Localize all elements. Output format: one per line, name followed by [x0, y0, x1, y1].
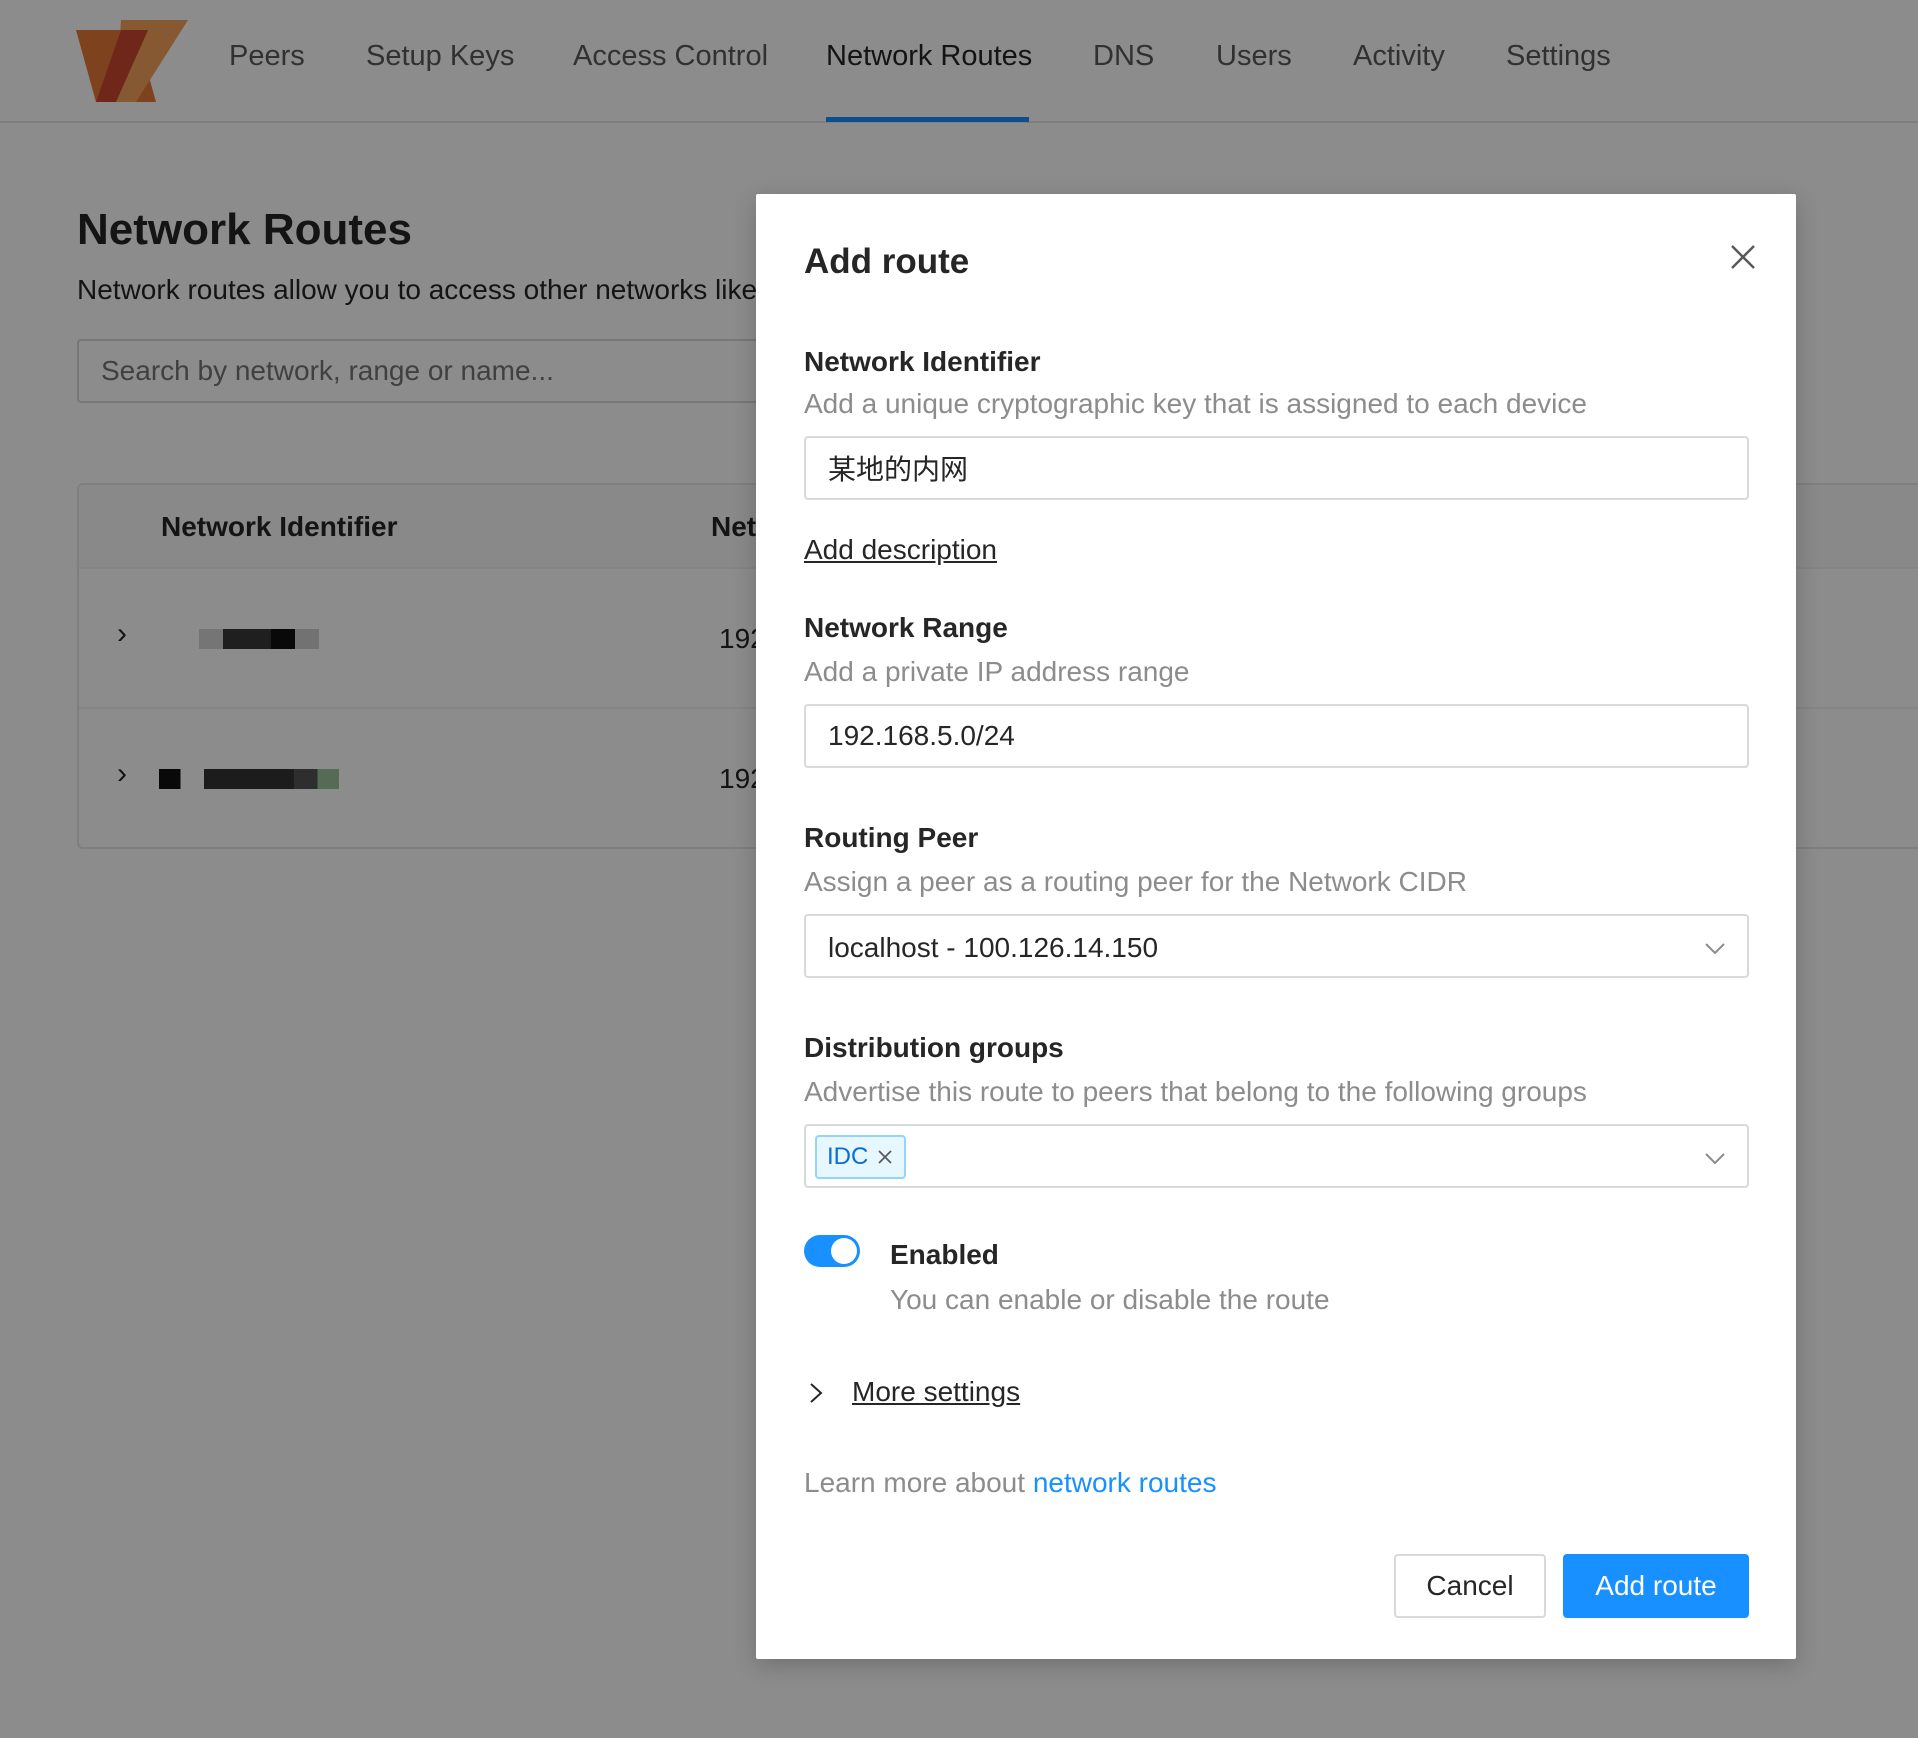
enabled-toggle[interactable]	[804, 1235, 860, 1267]
network-range-input[interactable]	[804, 704, 1749, 768]
network-range-help: Add a private IP address range	[804, 656, 1190, 687]
learn-more-text: Learn more about network routes	[804, 1467, 1216, 1499]
add-route-modal: Add route Network Identifier Add a uniqu…	[756, 194, 1796, 1659]
network-routes-docs-link[interactable]: network routes	[1033, 1467, 1217, 1498]
network-identifier-help: Add a unique cryptographic key that is a…	[804, 388, 1587, 419]
learn-more-prefix: Learn more about	[804, 1467, 1033, 1498]
group-tag: IDC	[815, 1135, 907, 1179]
chevron-down-icon	[1705, 943, 1725, 955]
toggle-knob	[831, 1238, 857, 1264]
distribution-groups-label: Distribution groups	[804, 1032, 1064, 1063]
chevron-right-icon[interactable]	[806, 1380, 826, 1406]
close-icon[interactable]	[876, 1148, 894, 1166]
routing-peer-label: Routing Peer	[804, 822, 979, 853]
network-identifier-label: Network Identifier	[804, 346, 1041, 377]
network-range-label: Network Range	[804, 612, 1008, 643]
close-icon[interactable]	[1718, 232, 1768, 282]
chevron-down-icon	[1705, 1153, 1725, 1165]
modal-title: Add route	[804, 242, 970, 281]
enabled-help: You can enable or disable the route	[890, 1284, 1330, 1315]
routing-peer-value: localhost - 100.126.14.150	[828, 932, 1159, 963]
add-description-link[interactable]: Add description	[804, 534, 997, 566]
routing-peer-help: Assign a peer as a routing peer for the …	[804, 866, 1467, 897]
distribution-groups-help: Advertise this route to peers that belon…	[804, 1076, 1587, 1107]
distribution-groups-select[interactable]: IDC	[804, 1124, 1749, 1188]
routing-peer-select[interactable]: localhost - 100.126.14.150	[804, 914, 1749, 978]
more-settings-link[interactable]: More settings	[852, 1376, 1020, 1408]
cancel-button[interactable]: Cancel	[1394, 1554, 1546, 1618]
group-tag-label: IDC	[827, 1143, 869, 1170]
add-route-button[interactable]: Add route	[1563, 1554, 1749, 1618]
network-identifier-input[interactable]	[804, 436, 1749, 500]
enabled-label: Enabled	[890, 1239, 999, 1270]
